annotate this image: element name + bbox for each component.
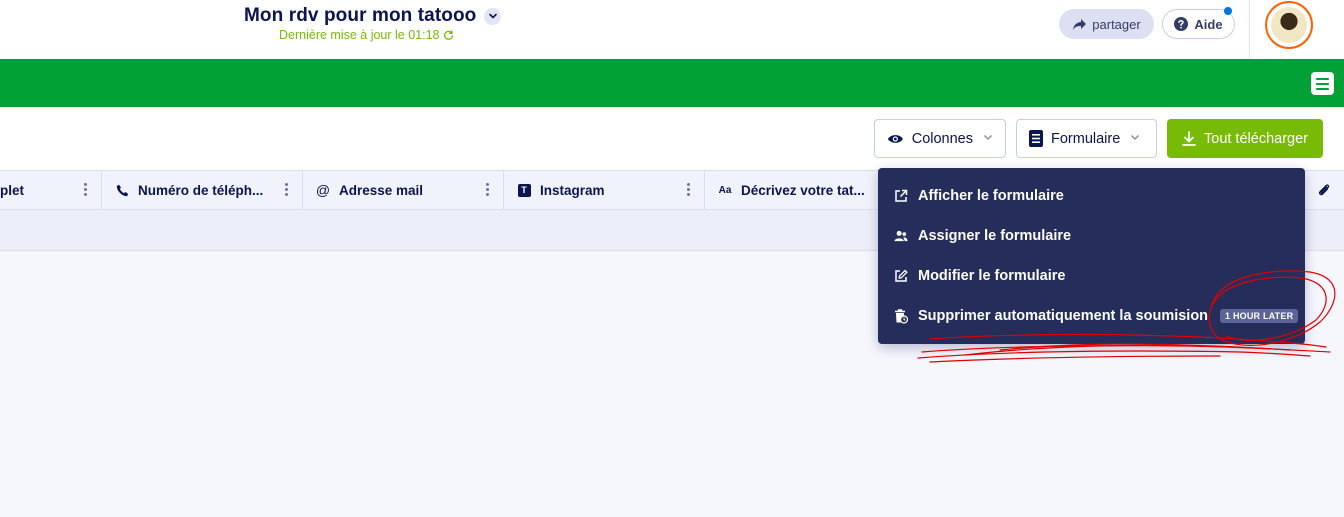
help-label: Aide [1194, 16, 1223, 32]
edit-icon [894, 269, 908, 283]
column-header[interactable]: T Instagram [504, 171, 705, 209]
chevron-down-icon [983, 132, 993, 145]
menu-item-label: Assigner le formulaire [918, 228, 1072, 244]
column-header[interactable]: Numéro de téléph... [102, 171, 303, 209]
form-menu-button[interactable]: Formulaire [1016, 119, 1157, 158]
menu-item-view-form[interactable]: Afficher le formulaire [894, 184, 1064, 208]
column-header[interactable]: Aa Décrivez votre tat... [705, 171, 905, 209]
column-menu-icon[interactable] [486, 183, 489, 196]
form-menu-label: Formulaire [1051, 130, 1121, 147]
form-menu-dropdown: Afficher le formulaire Assigner le formu… [878, 168, 1305, 344]
menu-item-assign-form[interactable]: Assigner le formulaire [894, 224, 1071, 248]
share-button[interactable]: partager [1059, 9, 1154, 39]
form-title-wrap[interactable]: Mon rdv pour mon tatooo [244, 5, 502, 27]
last-update-status: Dernière mise à jour le 01:18 [279, 28, 454, 42]
column-menu-icon[interactable] [687, 183, 690, 196]
time-badge: 1 HOUR LATER [1220, 309, 1299, 323]
columns-button[interactable]: Colonnes [874, 119, 1006, 158]
header-divider [1249, 0, 1250, 59]
avatar[interactable] [1265, 1, 1313, 49]
auto-delete-icon [894, 308, 908, 324]
eye-icon [887, 134, 903, 143]
menu-item-auto-delete[interactable]: Supprimer automatiquement la soumision 1… [894, 304, 1299, 328]
column-header[interactable]: @ Adresse mail [303, 171, 504, 209]
column-label: Instagram [540, 182, 605, 198]
menu-item-label: Afficher le formulaire [918, 188, 1064, 204]
text-box-icon: T [516, 183, 532, 197]
column-label: Décrivez votre tat... [741, 182, 865, 198]
help-button[interactable]: Aide [1162, 7, 1235, 39]
attachment-icon [1319, 184, 1330, 196]
menu-item-edit-form[interactable]: Modifier le formulaire [894, 264, 1065, 288]
external-link-icon [894, 189, 908, 203]
column-menu-icon[interactable] [285, 183, 288, 196]
download-all-button[interactable]: Tout télécharger [1167, 119, 1323, 158]
form-title[interactable]: Mon rdv pour mon tatooo [244, 5, 476, 27]
font-icon: Aa [718, 184, 732, 196]
phone-icon [114, 184, 130, 197]
last-update-text: Dernière mise à jour le 01:18 [279, 28, 440, 42]
chevron-down-icon [1130, 132, 1140, 145]
download-icon [1182, 131, 1196, 146]
menu-item-label: Modifier le formulaire [918, 268, 1066, 284]
column-label: Adresse mail [339, 182, 424, 198]
column-label: plet [0, 182, 25, 198]
question-icon [1174, 17, 1189, 31]
menu-item-label: Supprimer automatiquement la soumision [918, 308, 1209, 324]
navigation-bar [0, 59, 1344, 107]
document-icon [1029, 130, 1043, 147]
column-menu-icon[interactable] [84, 183, 87, 196]
hamburger-menu-icon[interactable] [1311, 72, 1334, 95]
column-label: Numéro de téléph... [138, 182, 264, 198]
refresh-icon [443, 29, 453, 40]
download-all-label: Tout télécharger [1204, 130, 1308, 147]
top-bar: Mon rdv pour mon tatooo Dernière mise à … [0, 0, 1344, 59]
column-header[interactable]: plet [0, 171, 102, 209]
chevron-down-icon[interactable] [484, 7, 502, 25]
assign-user-icon [894, 229, 908, 243]
table-toolbar: Colonnes Formulaire Tout télécharger [0, 107, 1344, 170]
at-icon: @ [315, 182, 331, 198]
share-label: partager [1092, 16, 1141, 32]
avatar-image [1271, 7, 1307, 43]
notification-dot [1224, 7, 1232, 15]
columns-label: Colonnes [911, 130, 973, 147]
share-arrow-icon [1073, 18, 1087, 30]
column-header[interactable] [1305, 171, 1344, 209]
